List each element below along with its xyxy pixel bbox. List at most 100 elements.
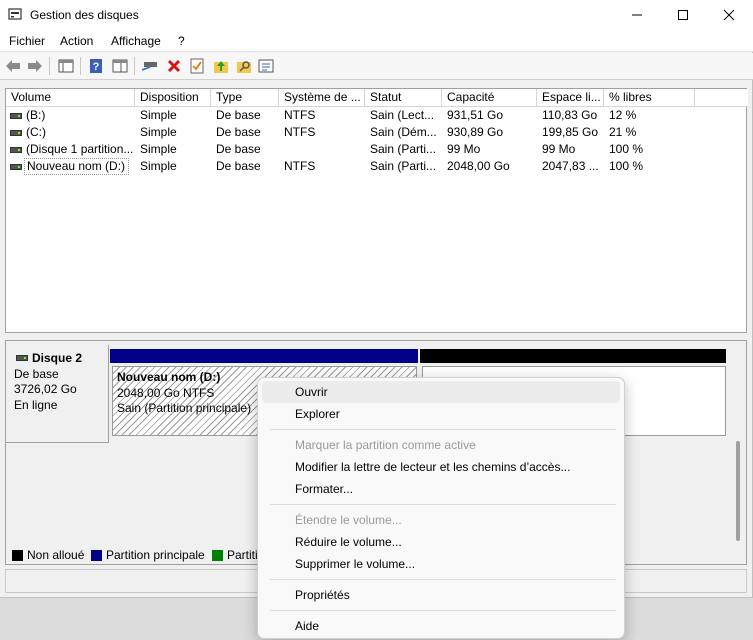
disk-icon [16, 355, 28, 361]
console-tree-button[interactable] [56, 56, 76, 76]
drive-icon [10, 113, 22, 119]
window-title: Gestion des disques [30, 8, 139, 22]
unallocated-bar [420, 349, 726, 363]
cell-disposition: Simple [140, 125, 177, 139]
column-header-capacity[interactable]: Capacité [442, 89, 537, 107]
close-window-button[interactable] [706, 0, 752, 30]
cell-capacity: 930,89 Go [447, 125, 504, 139]
menu-item-shrink-volume[interactable]: Réduire le volume... [262, 531, 620, 553]
toolbar-separator [49, 57, 50, 75]
properties-button[interactable] [256, 56, 276, 76]
legend-label-partition: Partiti [227, 548, 258, 562]
menu-affichage[interactable]: Affichage [111, 34, 161, 48]
legend-label-primary: Partition principale [106, 548, 205, 562]
disk-size: 3726,02 Go [14, 382, 77, 396]
cell-type: De base [216, 159, 261, 173]
cell-disposition: Simple [140, 142, 177, 156]
cell-status: Sain (Parti... [370, 142, 437, 156]
toolbar: ? [0, 53, 753, 80]
cell-capacity: 2048,00 Go [447, 159, 510, 173]
help-button[interactable]: ? [86, 56, 106, 76]
legend-label-unallocated: Non alloué [27, 548, 85, 562]
volume-list: Volume Disposition Type Système de ... S… [5, 88, 748, 333]
disk-name-row: Disque 2 [14, 351, 108, 367]
menu-item-help[interactable]: Aide [262, 615, 620, 637]
column-header-disposition[interactable]: Disposition [135, 89, 211, 107]
cell-filesystem: NTFS [284, 108, 316, 122]
maximize-button[interactable] [660, 0, 706, 30]
connect-drive-button[interactable] [140, 56, 160, 76]
connect-drive-icon [141, 62, 157, 71]
menu-separator [270, 610, 616, 611]
minimize-button[interactable] [614, 0, 660, 30]
close-icon [723, 9, 735, 21]
svg-text:?: ? [93, 61, 100, 73]
cell-percent-free: 100 % [609, 142, 644, 156]
menu-bar: Fichier Action Affichage ? [0, 30, 753, 52]
cell-status: Sain (Dém... [370, 125, 437, 139]
menu-separator [270, 579, 616, 580]
folder-up-icon [214, 61, 228, 73]
cell-free-space: 199,85 Go [542, 125, 599, 139]
menu-item-change-drive-letter[interactable]: Modifier la lettre de lecteur et les che… [262, 456, 620, 478]
show-pane-icon [112, 59, 128, 73]
cell-free-space: 99 Mo [542, 142, 576, 156]
cell-filesystem: NTFS [284, 159, 316, 173]
menu-item-explore[interactable]: Explorer [262, 403, 620, 425]
maximize-icon [678, 10, 688, 20]
minimize-icon [632, 14, 642, 16]
column-header-filler [695, 89, 748, 107]
menu-action[interactable]: Action [60, 34, 93, 48]
legend-swatch-unallocated [12, 550, 23, 561]
help-icon: ? [90, 59, 102, 73]
checklist-button[interactable] [187, 56, 207, 76]
cell-capacity: 99 Mo [447, 142, 481, 156]
back-arrow-icon [6, 60, 20, 72]
menu-item-properties[interactable]: Propriétés [262, 584, 620, 606]
folder-up-button[interactable] [211, 56, 231, 76]
column-header-status[interactable]: Statut [365, 89, 442, 107]
menu-item-delete-volume[interactable]: Supprimer le volume... [262, 553, 620, 575]
menu-item-extend-volume: Étendre le volume... [295, 513, 402, 527]
disk-name: Disque 2 [32, 351, 83, 365]
show-pane-button[interactable] [110, 56, 130, 76]
disk-type: De base [14, 366, 59, 381]
cell-disposition: Simple [140, 108, 177, 122]
back-button[interactable] [3, 56, 23, 76]
menu-help[interactable]: ? [178, 34, 185, 48]
context-menu: Ouvrir Explorer Marquer la partition com… [257, 377, 625, 639]
properties-icon [258, 59, 274, 73]
cell-volume: (B:) [26, 108, 46, 122]
menu-fichier[interactable]: Fichier [9, 34, 45, 48]
cell-percent-free: 100 % [609, 159, 644, 173]
menu-item-format[interactable]: Formater... [262, 478, 620, 500]
checklist-icon [190, 58, 204, 74]
column-header-free-space[interactable]: Espace li... [537, 89, 604, 107]
column-header-percent-free[interactable]: % libres [604, 89, 695, 107]
forward-button[interactable] [25, 56, 45, 76]
delete-button[interactable] [164, 56, 184, 76]
cell-filesystem: NTFS [284, 125, 316, 139]
cell-disposition: Simple [140, 159, 177, 173]
drive-icon [10, 147, 22, 153]
drive-icon [10, 164, 22, 170]
disk-state: En ligne [14, 397, 58, 412]
delete-icon [167, 59, 181, 73]
menu-item-mark-active: Marquer la partition comme active [295, 438, 476, 452]
cell-type: De base [216, 142, 261, 156]
cell-volume: Nouveau nom (D:) [24, 158, 129, 175]
folder-search-button[interactable] [234, 56, 254, 76]
cell-type: De base [216, 108, 261, 122]
vertical-scrollbar[interactable] [736, 441, 740, 541]
cell-percent-free: 21 % [609, 125, 637, 139]
cell-type: De base [216, 125, 261, 139]
cell-capacity: 931,51 Go [447, 108, 504, 122]
cell-volume: (C:) [26, 125, 46, 139]
cell-volume: (Disque 1 partition... [26, 142, 134, 156]
column-header-type[interactable]: Type [211, 89, 279, 107]
column-header-volume[interactable]: Volume [6, 89, 135, 107]
column-header-filesystem[interactable]: Système de ... [279, 89, 365, 107]
menu-item-open[interactable]: Ouvrir [262, 381, 620, 403]
disk-info-panel[interactable]: Disque 2 De base 3726,02 Go En ligne [6, 345, 109, 443]
disk-management-app-icon [8, 8, 22, 20]
